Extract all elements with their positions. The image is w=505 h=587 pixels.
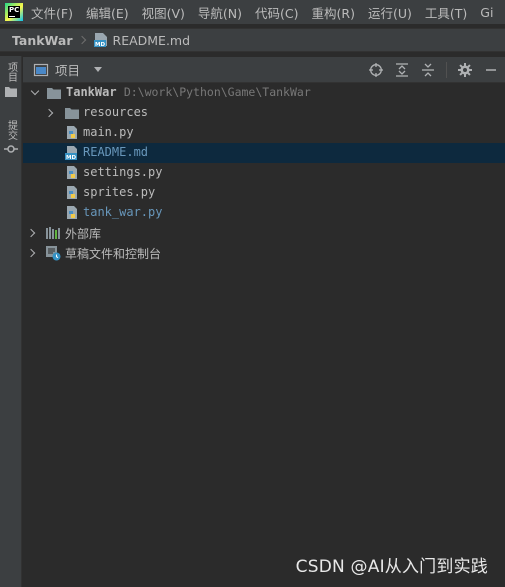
tool-window-actions (358, 57, 499, 83)
menu-git[interactable]: Gi (480, 5, 493, 20)
chevron-right-icon[interactable] (26, 248, 36, 258)
menu-tools[interactable]: 工具(T) (425, 3, 467, 22)
chevron-right-icon[interactable] (44, 108, 54, 118)
breadcrumb: TankWar MD README.md (0, 28, 505, 52)
menu-edit[interactable]: 编辑(E) (86, 3, 129, 22)
expand-all-icon (396, 63, 408, 77)
tree-item-label: README.md (83, 145, 149, 159)
minimize-icon (486, 69, 496, 71)
select-opened-file-button[interactable] (368, 62, 384, 78)
watermark: CSDN @AI从入门到实践 (295, 557, 488, 577)
hide-button[interactable] (483, 62, 499, 78)
commit-tab-label: 提交 (5, 120, 17, 140)
project-tree: TankWar D:\work\Python\Game\TankWar reso… (23, 83, 505, 263)
options-button[interactable] (457, 62, 473, 78)
tree-item-label: main.py (83, 125, 134, 139)
tree-root-label: TankWar D:\work\Python\Game\TankWar (66, 85, 311, 99)
tree-item-label: resources (83, 105, 149, 119)
chevron-right-icon[interactable] (26, 228, 36, 238)
breadcrumb-file[interactable]: README.md (113, 33, 191, 48)
root-project-name: TankWar (66, 85, 117, 99)
tree-item-readme-md[interactable]: MD README.md (23, 143, 505, 163)
library-icon (46, 227, 60, 239)
tree-item-tank-war-py[interactable]: tank_war.py (23, 203, 505, 223)
tree-item-settings-py[interactable]: settings.py (23, 163, 505, 183)
folder-icon (5, 87, 17, 97)
svg-text:MD: MD (66, 155, 76, 161)
python-file-icon (67, 186, 77, 199)
tree-item-label: settings.py (83, 165, 163, 179)
menu-view[interactable]: 视图(V) (142, 3, 185, 22)
menu-run[interactable]: 运行(U) (368, 3, 412, 22)
menu-bar: PC 文件(F) 编辑(E) 视图(V) 导航(N) 代码(C) 重构(R) 运… (0, 0, 505, 24)
folder-icon (65, 108, 79, 119)
project-tab-label: 项目 (5, 62, 17, 82)
breadcrumb-separator-icon (77, 35, 86, 45)
breadcrumb-project[interactable]: TankWar (12, 33, 73, 48)
tree-item-label: tank_war.py (83, 205, 163, 219)
collapse-all-icon (422, 63, 434, 77)
tree-item-sprites-py[interactable]: sprites.py (23, 183, 505, 203)
tree-item-label: 草稿文件和控制台 (65, 247, 162, 261)
tool-window-title[interactable]: 项目 (55, 60, 80, 79)
menu-file[interactable]: 文件(F) (31, 3, 73, 22)
markdown-file-icon: MD (93, 33, 107, 48)
root-project-path: D:\work\Python\Game\TankWar (123, 85, 311, 99)
tree-item-resources[interactable]: resources (23, 103, 505, 123)
pycharm-logo-icon: PC (5, 3, 23, 21)
python-file-icon (67, 206, 77, 219)
collapse-all-button[interactable] (420, 62, 436, 78)
expand-all-button[interactable] (394, 62, 410, 78)
toolbar-divider (446, 62, 447, 78)
python-file-icon (67, 126, 77, 139)
project-tool-window-header: 项目 (23, 57, 505, 83)
tree-item-main-py[interactable]: main.py (23, 123, 505, 143)
tool-window-stripe: 项目 提交 (0, 56, 22, 587)
folder-icon (47, 88, 61, 99)
tree-item-external-libraries[interactable]: 外部库 (23, 223, 505, 243)
menu-navigate[interactable]: 导航(N) (198, 3, 242, 22)
project-view-icon (33, 63, 49, 76)
svg-text:MD: MD (95, 42, 105, 48)
gear-icon (458, 63, 472, 77)
tree-item-scratches-consoles[interactable]: 草稿文件和控制台 (23, 243, 505, 263)
project-tool-tab[interactable]: 项目 (3, 62, 19, 97)
scratches-icon (46, 246, 61, 261)
menu-refactor[interactable]: 重构(R) (312, 3, 355, 22)
tree-item-label: 外部库 (65, 227, 102, 241)
python-file-icon (67, 166, 77, 179)
view-selector-dropdown-icon[interactable] (94, 67, 103, 72)
commit-tool-tab[interactable]: 提交 (3, 120, 19, 154)
crosshair-icon (369, 63, 383, 77)
markdown-file-icon: MD (65, 146, 77, 161)
menu-code[interactable]: 代码(C) (255, 3, 298, 22)
tree-item-label: sprites.py (83, 185, 156, 199)
tree-root-tankwar[interactable]: TankWar D:\work\Python\Game\TankWar (23, 83, 505, 103)
commit-icon (4, 145, 18, 153)
chevron-down-icon[interactable] (30, 86, 40, 96)
